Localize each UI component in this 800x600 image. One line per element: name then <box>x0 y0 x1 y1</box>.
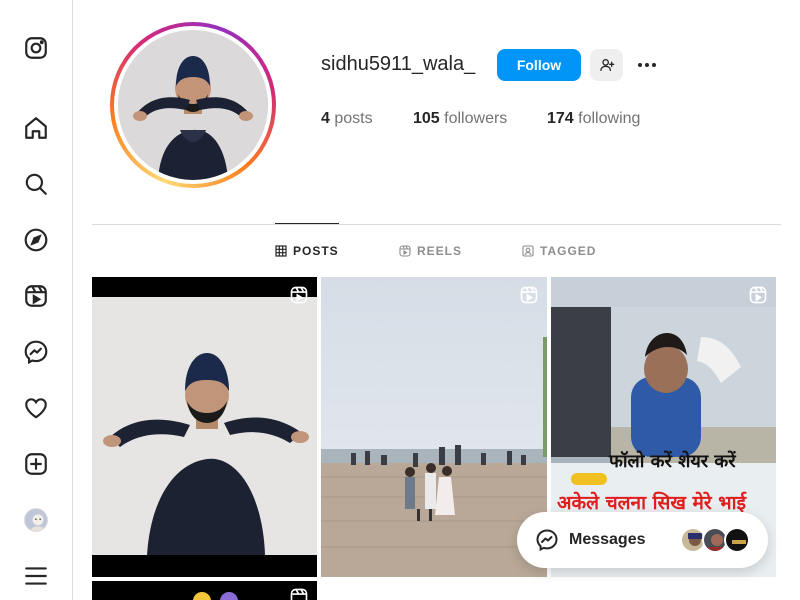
ellipsis-icon <box>638 63 656 67</box>
reels-icon <box>399 245 411 257</box>
add-user-icon <box>599 59 614 71</box>
profile-picture <box>118 30 268 180</box>
posts-count: 4 <box>321 110 330 127</box>
messages-bar[interactable]: Messages <box>517 512 768 568</box>
tab-posts[interactable]: POSTS <box>275 244 339 258</box>
followers-count: 105 <box>413 110 440 127</box>
posts-stat: 4 posts <box>321 110 373 128</box>
following-label: following <box>578 110 641 127</box>
menu-icon[interactable] <box>22 562 50 590</box>
instagram-icon[interactable] <box>22 34 50 62</box>
home-icon[interactable] <box>22 114 50 142</box>
tag-icon <box>522 245 534 257</box>
story-ring[interactable] <box>110 22 276 188</box>
post-caption-line1: फॉलो करें शेयर करें <box>609 451 736 472</box>
tab-reels[interactable]: REELS <box>399 244 462 258</box>
tab-label: POSTS <box>293 244 339 258</box>
avatar <box>724 527 750 553</box>
more-options-button[interactable] <box>635 53 659 77</box>
post-thumbnail-4[interactable] <box>92 581 317 600</box>
compass-icon[interactable] <box>22 226 50 254</box>
profile-avatar-button[interactable] <box>22 506 50 534</box>
followers-stat[interactable]: 105 followers <box>413 110 507 128</box>
suggested-users-button[interactable] <box>590 49 623 81</box>
grid-icon <box>275 245 287 257</box>
reel-badge-icon <box>290 286 308 304</box>
avatar <box>24 508 48 532</box>
reel-badge-icon <box>749 286 767 304</box>
post-thumbnail-2[interactable] <box>321 277 547 577</box>
sidebar <box>0 0 73 600</box>
tab-tagged[interactable]: TAGGED <box>522 244 596 258</box>
following-count: 174 <box>547 110 574 127</box>
heart-icon[interactable] <box>22 394 50 422</box>
messenger-icon <box>536 529 558 552</box>
following-stat[interactable]: 174 following <box>547 110 640 128</box>
message-avatars <box>680 527 750 553</box>
messenger-icon[interactable] <box>22 338 50 366</box>
username: sidhu5911_wala_ <box>321 53 476 75</box>
active-tab-indicator <box>275 223 339 224</box>
messages-label: Messages <box>569 531 646 548</box>
follow-button[interactable]: Follow <box>497 49 581 81</box>
followers-label: followers <box>444 110 508 127</box>
tab-label: REELS <box>417 244 463 258</box>
post-thumbnail-1[interactable] <box>92 277 317 577</box>
profile-main: sidhu5911_wala_ Follow 4 posts 105 follo… <box>73 0 800 600</box>
plus-square-icon[interactable] <box>22 450 50 478</box>
tab-label: TAGGED <box>540 244 597 258</box>
search-icon[interactable] <box>22 170 50 198</box>
reel-badge-icon <box>520 286 538 304</box>
reel-badge-icon <box>290 588 308 600</box>
posts-label: posts <box>334 110 373 127</box>
reels-icon[interactable] <box>22 282 50 310</box>
tabs-divider <box>92 224 781 225</box>
